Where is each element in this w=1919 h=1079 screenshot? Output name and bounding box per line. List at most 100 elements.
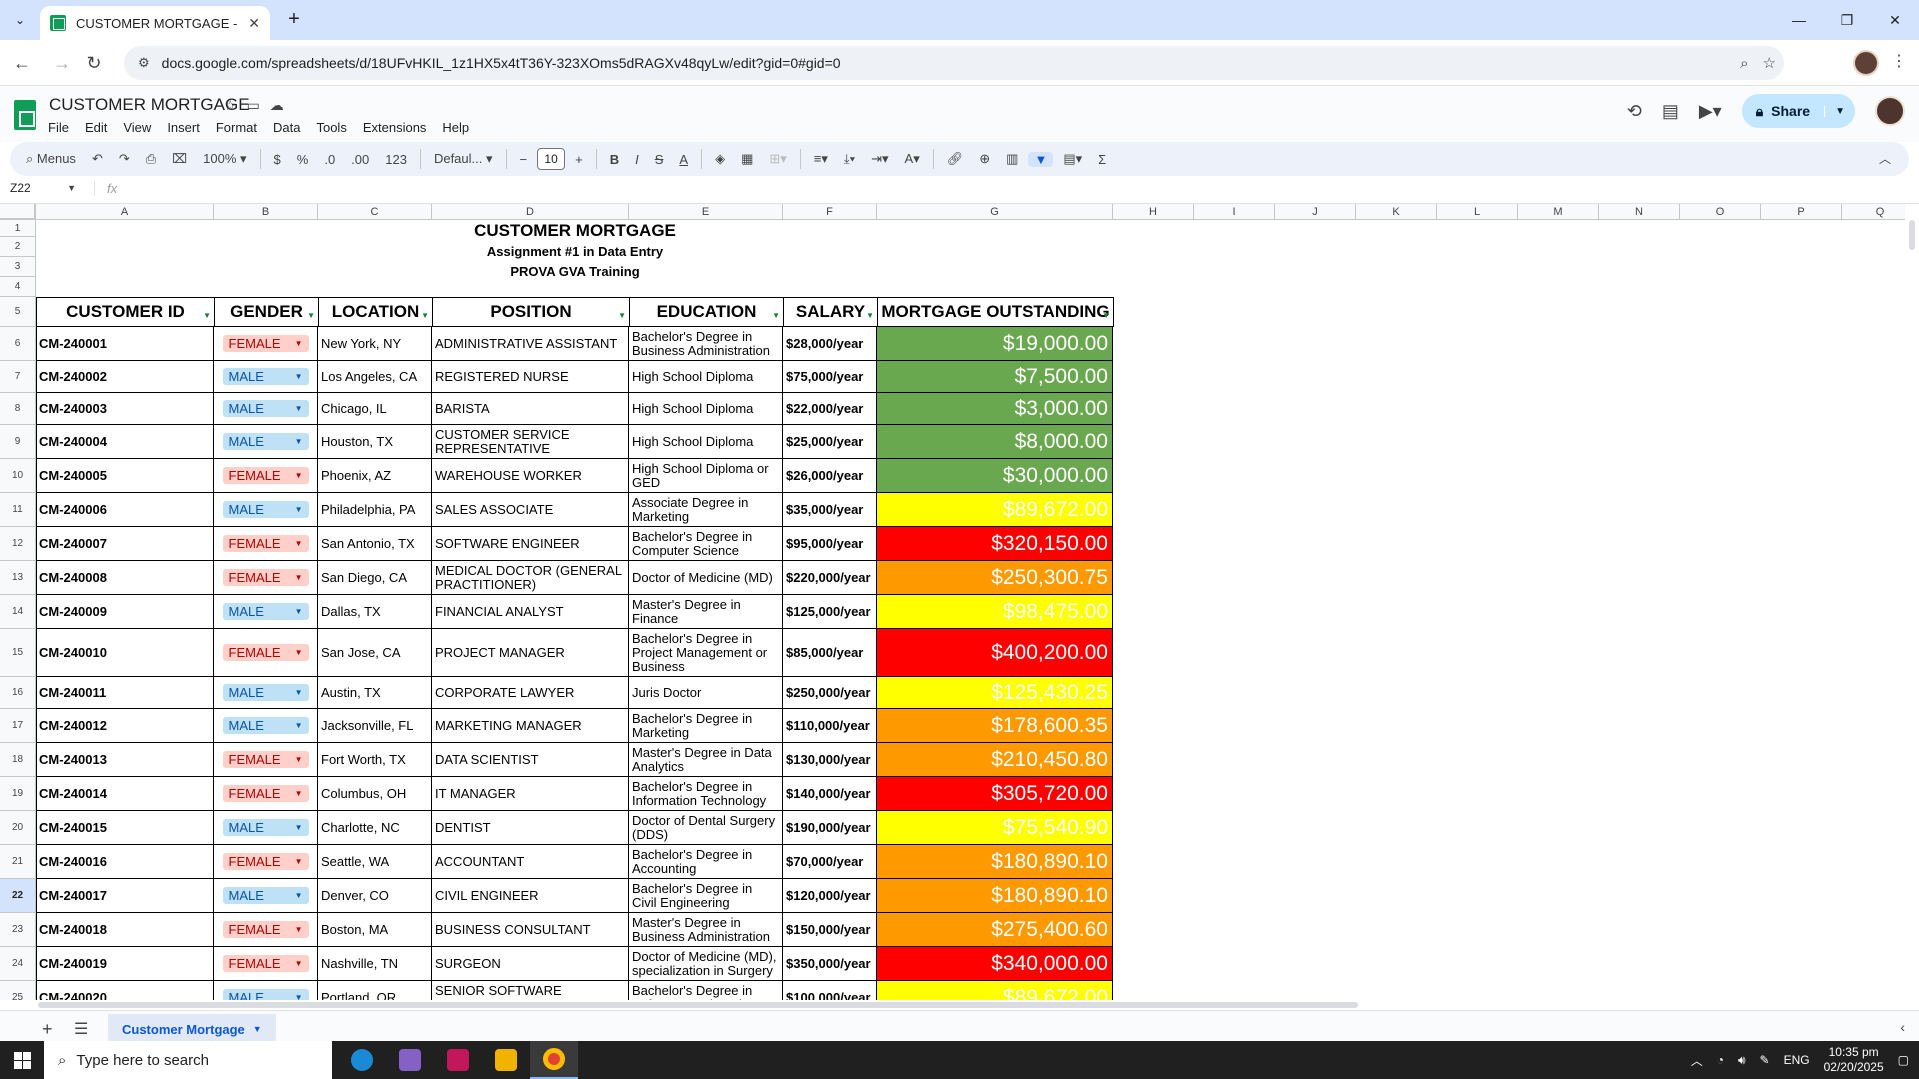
column-header-d[interactable]: D (432, 204, 629, 220)
undo-icon[interactable]: ↶ (86, 151, 109, 167)
row-header-1[interactable]: 1 (0, 220, 36, 237)
profile-avatar[interactable] (1853, 50, 1879, 76)
currency-format-button[interactable]: $ (268, 152, 287, 167)
functions-icon[interactable]: Σ (1092, 152, 1112, 167)
insert-chart-icon[interactable]: ▥ (1000, 151, 1024, 167)
row-header-19[interactable]: 19 (0, 777, 36, 811)
volume-icon[interactable]: 🔊︎ (1738, 1053, 1746, 1068)
menu-help[interactable]: Help (435, 118, 476, 137)
figma-icon[interactable] (434, 1041, 482, 1079)
row-header-25[interactable]: 25 (0, 981, 36, 1000)
more-formats-button[interactable]: 123 (379, 152, 413, 167)
network-icon[interactable]: ◔ (1717, 1053, 1724, 1067)
restore-icon[interactable]: ❐ (1823, 0, 1871, 40)
row-header-2[interactable]: 2 (0, 237, 36, 257)
horizontal-scrollbar[interactable] (36, 1000, 1919, 1010)
row-header-23[interactable]: 23 (0, 913, 36, 947)
all-sheets-icon[interactable]: ☰ (74, 1019, 88, 1039)
column-header-m[interactable]: M (1518, 204, 1599, 220)
insert-comment-icon[interactable]: ⊕ (973, 151, 996, 167)
address-bar[interactable]: ⚙ docs.google.com/spreadsheets/d/18UFvHK… (124, 46, 1784, 80)
account-avatar[interactable] (1875, 96, 1905, 126)
column-header-l[interactable]: L (1437, 204, 1518, 220)
column-header-a[interactable]: A (36, 204, 214, 220)
taskbar-search[interactable]: ⌕ Type here to search (44, 1041, 332, 1079)
percent-format-button[interactable]: % (291, 152, 315, 167)
column-header-p[interactable]: P (1761, 204, 1842, 220)
italic-icon[interactable]: I (629, 152, 645, 167)
name-box[interactable]: Z22 ▼ (10, 181, 76, 195)
zoom-select[interactable]: 100% ▾ (197, 151, 252, 167)
menu-edit[interactable]: Edit (78, 118, 114, 137)
move-folder-icon[interactable]: ▭ (247, 97, 260, 114)
row-header-20[interactable]: 20 (0, 811, 36, 845)
browser-menu-icon[interactable]: ⋮ (1891, 51, 1907, 71)
row-header-8[interactable]: 8 (0, 393, 36, 425)
share-button[interactable]: 🔒︎ Share ▼ (1741, 94, 1855, 128)
vertical-align-icon[interactable]: ⤓▾ (838, 151, 861, 167)
redo-icon[interactable]: ↷ (113, 151, 136, 167)
menu-view[interactable]: View (116, 118, 158, 137)
close-window-icon[interactable]: ✕ (1871, 0, 1919, 40)
cloud-status-icon[interactable]: ☁ (270, 97, 284, 114)
row-header-3[interactable]: 3 (0, 257, 36, 277)
file-explorer-icon[interactable] (482, 1041, 530, 1079)
borders-icon[interactable]: ▦ (735, 151, 759, 167)
text-wrapping-icon[interactable]: ⇥▾ (865, 151, 894, 167)
sheet-tab-customer-mortgage[interactable]: Customer Mortgage ▼ (108, 1014, 276, 1044)
sheet-nav-icon[interactable]: ‹ (1900, 1019, 1905, 1035)
filter-views-icon[interactable]: ▤▾ (1057, 151, 1088, 167)
row-header-10[interactable]: 10 (0, 459, 36, 493)
name-box-dropdown-icon[interactable]: ▼ (67, 183, 76, 193)
menu-extensions[interactable]: Extensions (356, 118, 434, 137)
row-header-12[interactable]: 12 (0, 527, 36, 561)
windows-start-icon[interactable] (0, 1041, 44, 1079)
font-size-input[interactable]: 10 (537, 148, 566, 170)
merge-cells-icon[interactable]: ⊞▾ (763, 151, 792, 167)
row-header-4[interactable]: 4 (0, 277, 36, 297)
increase-decimal-button[interactable]: .00 (345, 152, 375, 167)
notifications-icon[interactable]: ▢ (1898, 1053, 1909, 1067)
print-icon[interactable]: ⎙ (140, 151, 162, 167)
bookmark-star-icon[interactable]: ☆ (1763, 54, 1776, 72)
menu-format[interactable]: Format (209, 118, 264, 137)
column-header-n[interactable]: N (1599, 204, 1680, 220)
menu-file[interactable]: File (41, 118, 76, 137)
column-header-c[interactable]: C (318, 204, 432, 220)
row-header-24[interactable]: 24 (0, 947, 36, 981)
column-header-o[interactable]: O (1680, 204, 1761, 220)
document-title[interactable]: CUSTOMER MORTGAGE (49, 95, 250, 115)
row-header-14[interactable]: 14 (0, 595, 36, 629)
row-header-7[interactable]: 7 (0, 361, 36, 393)
column-header-i[interactable]: I (1194, 204, 1275, 220)
chrome-icon[interactable] (530, 1041, 578, 1079)
share-dropdown-icon[interactable]: ▼ (1824, 105, 1855, 117)
pen-icon[interactable]: ✎ (1760, 1053, 1770, 1067)
browser-tab[interactable]: CUSTOMER MORTGAGE - Goog ✕ (40, 6, 270, 40)
horizontal-align-icon[interactable]: ≡▾ (808, 151, 834, 167)
search-menus-icon[interactable]: ⌕ Menus (20, 151, 82, 167)
column-header-h[interactable]: H (1113, 204, 1194, 220)
formula-input[interactable]: fx (94, 181, 117, 196)
column-header-e[interactable]: E (629, 204, 783, 220)
add-sheet-icon[interactable]: + (42, 1019, 53, 1040)
filter-icon[interactable]: ▼ (1028, 151, 1054, 167)
close-tab-icon[interactable]: ✕ (248, 15, 260, 32)
text-rotation-icon[interactable]: A▾ (899, 151, 926, 167)
tab-search-icon[interactable]: ⌄ (8, 8, 32, 32)
row-header-15[interactable]: 15 (0, 629, 36, 677)
decrease-font-size-icon[interactable]: − (514, 152, 534, 167)
column-header-j[interactable]: J (1275, 204, 1356, 220)
spreadsheet-grid[interactable]: CUSTOMER MORTGAGE Assignment #1 in Data … (0, 204, 1919, 1000)
font-select[interactable]: Defaul... ▾ (428, 151, 499, 167)
menu-tools[interactable]: Tools (309, 118, 353, 137)
meet-icon[interactable]: ▶▾ (1699, 101, 1722, 122)
paint-format-icon[interactable]: ⌧ (166, 151, 193, 167)
new-tab-button[interactable]: + (282, 8, 306, 32)
back-icon[interactable]: ← (8, 49, 36, 77)
clock[interactable]: 10:35 pm 02/20/2025 (1824, 1045, 1884, 1075)
bold-icon[interactable]: B (604, 152, 625, 167)
site-info-icon[interactable]: ⚙ (138, 55, 150, 71)
version-history-icon[interactable]: ⟲ (1627, 101, 1642, 122)
sheets-logo-icon[interactable] (14, 100, 36, 130)
